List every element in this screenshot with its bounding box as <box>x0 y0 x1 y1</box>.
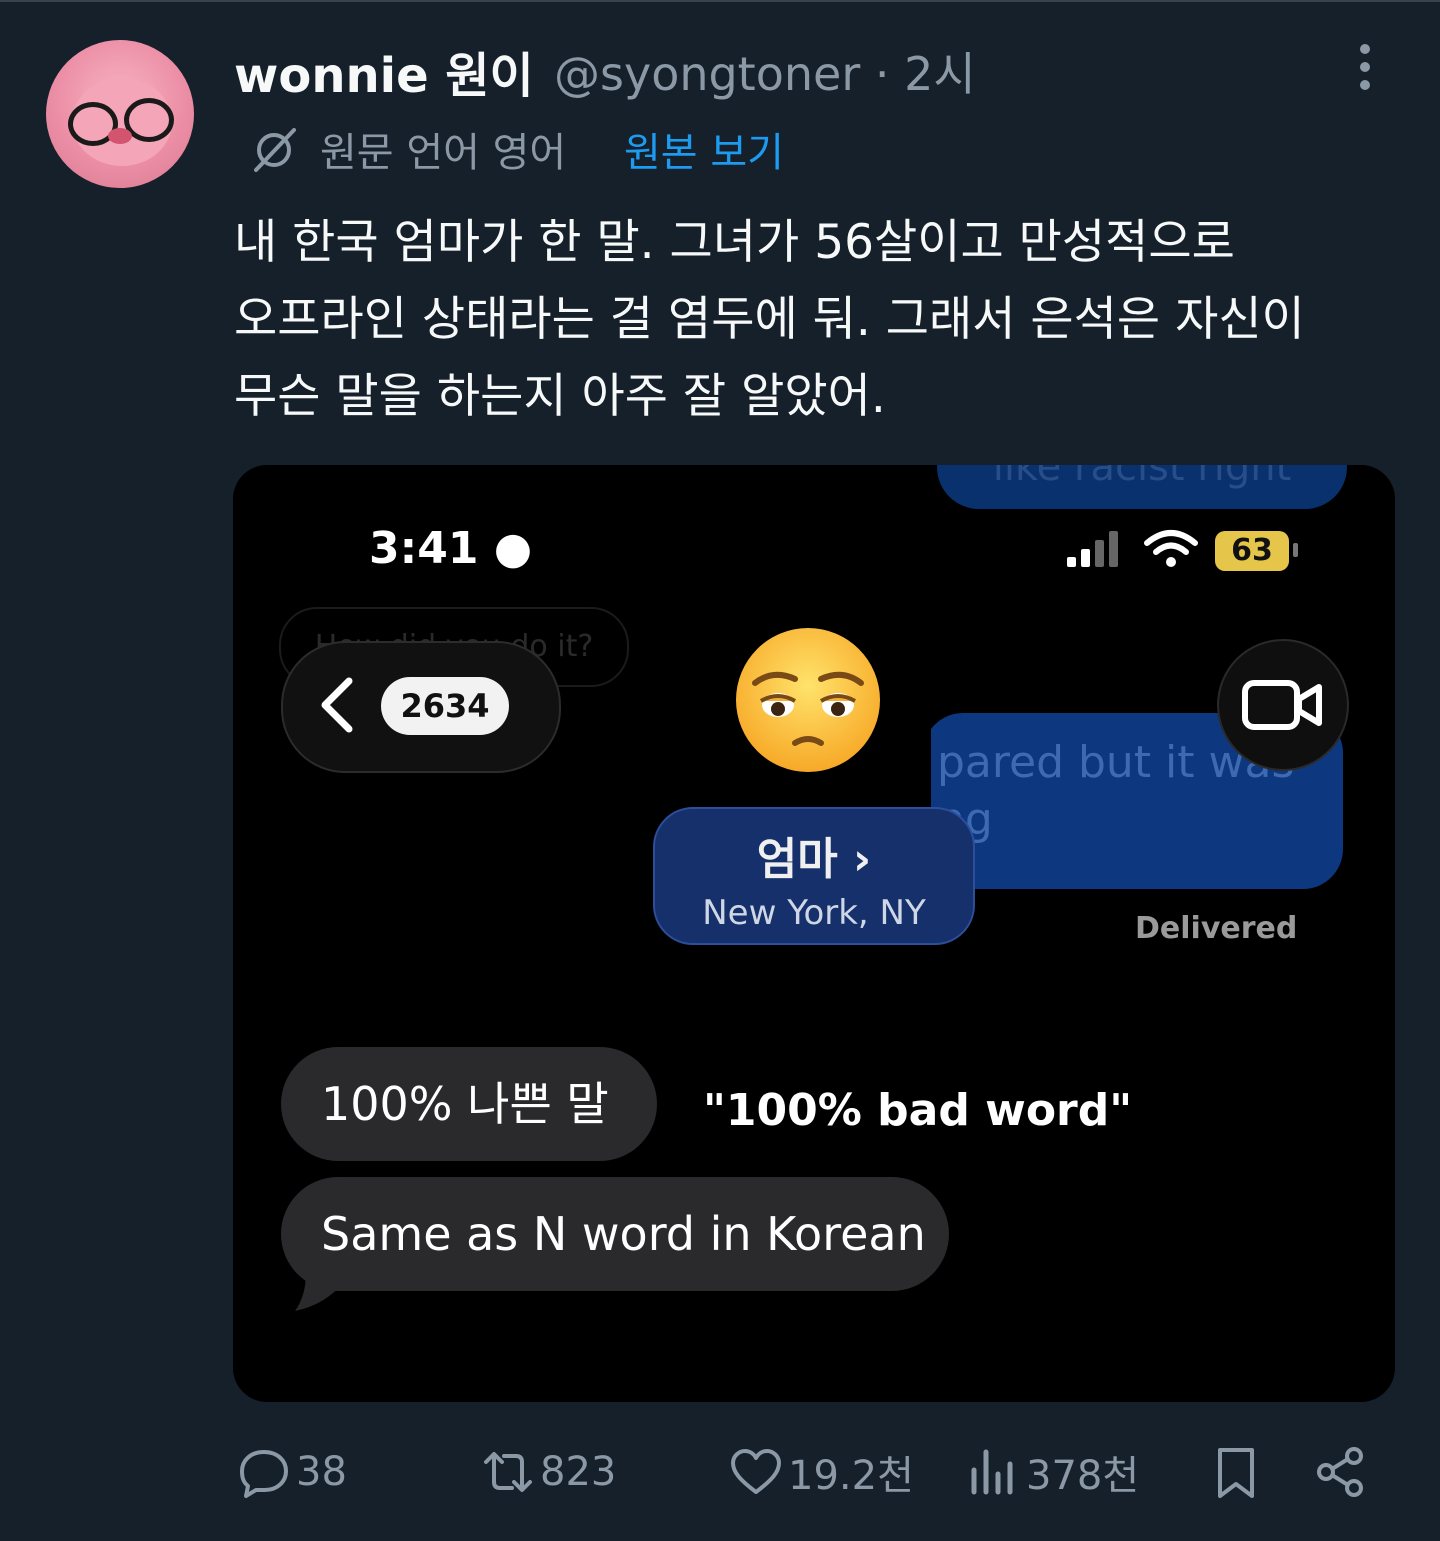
views-icon[interactable] <box>966 1444 1022 1500</box>
author-handle[interactable]: @syongtoner <box>554 47 860 101</box>
tweet-line: 오프라인 상태라는 걸 염두에 둬. 그래서 은석은 자신이 <box>234 292 1305 347</box>
faded-blue-bubble-top: like racist right <box>937 465 1347 509</box>
author-handle-time[interactable]: @syongtoner · 2시 <box>554 38 976 104</box>
more-icon[interactable] <box>1348 44 1382 96</box>
author-name[interactable]: wonnie 원이 <box>234 36 534 106</box>
repost-count: 823 <box>540 1449 617 1495</box>
handle-separator: · <box>874 47 890 101</box>
reply-count: 38 <box>296 1449 347 1495</box>
translation-caption: "100% bad word" <box>703 1085 1133 1136</box>
post-time[interactable]: 2시 <box>904 47 976 101</box>
avatar[interactable] <box>46 40 194 188</box>
repost-button[interactable]: 823 <box>480 1440 616 1504</box>
repost-icon[interactable] <box>480 1444 536 1500</box>
tweet-line: 무슨 말을 하는지 아주 잘 알았어. <box>234 369 886 424</box>
bookmark-button[interactable] <box>1208 1440 1268 1504</box>
reply-icon[interactable] <box>236 1444 292 1500</box>
like-button[interactable]: 19.2천 <box>728 1440 914 1504</box>
action-bar: 38 823 19.2천 378천 <box>0 1440 1440 1504</box>
contact-location: New York, NY <box>702 893 926 933</box>
pensive-face-emoji <box>736 628 880 772</box>
heart-icon[interactable] <box>728 1444 784 1500</box>
battery-nub <box>1293 543 1298 557</box>
video-call-button[interactable] <box>1217 639 1349 771</box>
tweet-line: 내 한국 엄마가 한 말. 그녀가 56살이고 만성적으로 <box>234 215 1235 270</box>
contact-name[interactable]: 엄마 › <box>655 809 973 887</box>
status-time: 3:41 ● <box>369 523 533 574</box>
share-button[interactable] <box>1312 1440 1372 1504</box>
message-bubble: 100% 나쁜 말 <box>281 1047 657 1161</box>
delivered-status: Delivered <box>1135 911 1298 946</box>
message-bubble: Same as N word in Korean <box>281 1177 949 1291</box>
tweet-media-image[interactable]: like racist right How did you do it? par… <box>233 465 1395 1402</box>
contact-card[interactable]: 엄마 › New York, NY <box>653 807 975 945</box>
chevron-left-icon[interactable] <box>317 675 357 735</box>
person-icon: ● <box>493 523 533 574</box>
translation-label: 원문 언어 영어 <box>320 130 567 176</box>
reply-button[interactable]: 38 <box>236 1440 347 1504</box>
share-icon[interactable] <box>1312 1444 1368 1500</box>
view-count: 378천 <box>1026 1453 1140 1499</box>
bookmark-icon[interactable] <box>1208 1444 1264 1500</box>
video-camera-icon[interactable] <box>1241 679 1325 731</box>
bubble-tail <box>295 1261 345 1311</box>
translate-icon <box>254 128 296 172</box>
cellular-signal-icon <box>1067 531 1118 567</box>
unread-count-badge: 2634 <box>381 677 509 735</box>
show-original-link[interactable]: 원본 보기 <box>624 120 784 178</box>
views-button[interactable]: 378천 <box>966 1440 1139 1504</box>
avatar-nose <box>108 128 132 144</box>
wifi-icon <box>1144 530 1198 567</box>
tweet-text: 내 한국 엄마가 한 말. 그녀가 56살이고 만성적으로 오프라인 상태라는 … <box>234 204 1404 435</box>
like-count: 19.2천 <box>788 1453 914 1499</box>
battery-indicator: 63 <box>1215 531 1289 571</box>
top-divider <box>0 0 1440 2</box>
